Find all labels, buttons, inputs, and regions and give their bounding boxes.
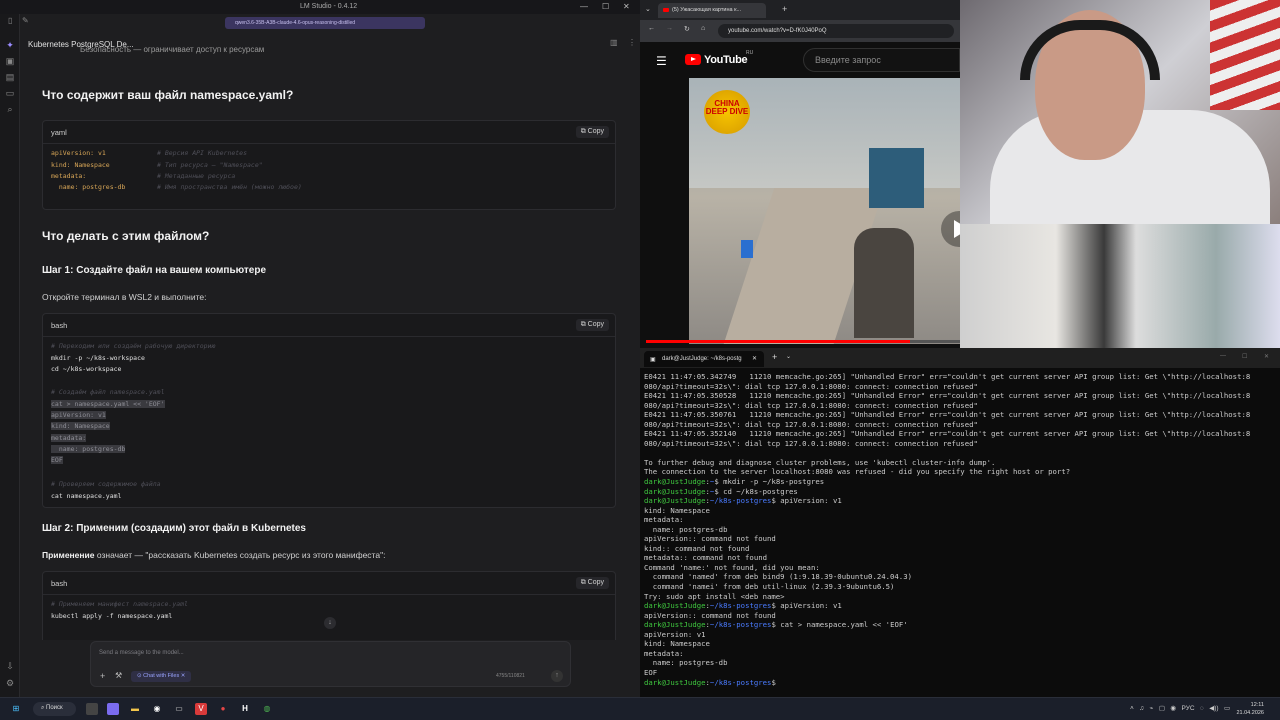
- close-tab-icon[interactable]: ✕: [752, 355, 757, 362]
- app-h-icon[interactable]: H: [239, 703, 251, 715]
- copy-button[interactable]: ⧉ Copy: [575, 577, 609, 589]
- code-block-yaml: yaml ⧉ Copy apiVersion: v1 # Версия API …: [42, 120, 616, 210]
- menu-icon[interactable]: ☰: [656, 54, 667, 68]
- play-icon[interactable]: [940, 210, 960, 248]
- download-icon[interactable]: ⇩: [5, 661, 15, 671]
- chat-icon[interactable]: ✦: [5, 40, 15, 50]
- send-button[interactable]: ↑: [551, 670, 563, 682]
- chat-messages: Безопасность — ограничивает доступ к рес…: [20, 40, 640, 640]
- youtube-header: ☰ YouTube RU Введите запрос: [640, 42, 960, 78]
- code-lang: yaml: [51, 128, 67, 137]
- heading-namespace: Что содержит ваш файл namespace.yaml?: [42, 88, 294, 102]
- heading-step2: Шаг 2: Применим (создадим) этот файл в K…: [42, 523, 306, 534]
- code-lang: bash: [51, 321, 68, 330]
- lm-studio-window: LM Studio - 0.4.12 — ☐ ✕ ✦ ▣ ▤ ▭ ⌕ ⇩ ⚙ ▯…: [0, 0, 640, 697]
- heading-what-to-do: Что делать с этим файлом?: [42, 229, 210, 243]
- terminal-tab[interactable]: ▣ dark@JustJudge: ~/k8s-postg ✕: [644, 351, 764, 367]
- new-tab-icon[interactable]: +: [772, 352, 777, 362]
- step2-text: Применение означает — "рассказать Kubern…: [42, 550, 386, 560]
- lm-title-bar: LM Studio - 0.4.12 — ☐ ✕: [0, 0, 640, 14]
- terminal-icon: ▣: [650, 357, 656, 363]
- browser-nav-bar: ← → ↻ ⌂ youtube.com/watch?v=D-fK0J40PoQ: [640, 20, 960, 42]
- copy-button[interactable]: ⧉ Copy: [575, 319, 609, 331]
- scroll-down-button[interactable]: ↓: [324, 617, 336, 629]
- close-icon[interactable]: ✕: [623, 2, 630, 11]
- models-icon[interactable]: ▤: [5, 72, 15, 82]
- truncated-line: Безопасность — ограничивает доступ к рес…: [80, 45, 265, 54]
- channel-badge: CHINA DEEP DIVE: [704, 90, 750, 134]
- video-background-scene: [960, 224, 1280, 348]
- new-chat-icon[interactable]: ✎: [22, 16, 29, 25]
- start-icon[interactable]: ⊞: [10, 703, 22, 715]
- new-tab-icon[interactable]: +: [782, 4, 787, 14]
- file-explorer-icon[interactable]: ▬: [129, 703, 141, 715]
- youtube-brand[interactable]: YouTube: [704, 54, 748, 66]
- window-title: LM Studio - 0.4.12: [300, 3, 358, 10]
- message-composer[interactable]: Send a message to the model... + ⚒ ⊙ Cha…: [90, 641, 571, 687]
- minimize-icon[interactable]: —: [580, 2, 588, 11]
- forward-icon[interactable]: →: [666, 25, 673, 32]
- close-icon[interactable]: ✕: [1264, 353, 1269, 360]
- terminal-taskbar-icon[interactable]: ▭: [173, 703, 185, 715]
- lm-sidebar-rail: ✦ ▣ ▤ ▭ ⌕ ⇩ ⚙: [0, 14, 20, 697]
- copy-button[interactable]: ⧉ Copy: [575, 126, 609, 138]
- browser-window: ⌄ (5) Ужасающая картина к... + ← → ↻ ⌂ y…: [640, 0, 960, 348]
- youtube-logo-icon[interactable]: [685, 54, 701, 65]
- maximize-icon[interactable]: ☐: [1242, 353, 1247, 360]
- system-tray[interactable]: ˄ ♫ ⌁ ▢ ◉ РУС ◌ ◀)) ▭: [1130, 704, 1230, 712]
- attach-icon[interactable]: +: [100, 671, 105, 681]
- message-input[interactable]: Send a message to the model...: [99, 650, 184, 656]
- media-player-icon[interactable]: ◉: [151, 703, 163, 715]
- reload-icon[interactable]: ↻: [684, 25, 690, 33]
- code-block-bash-1: bash ⧉ Copy # Переходим или создаём рабо…: [42, 313, 616, 508]
- address-bar[interactable]: youtube.com/watch?v=D-fK0J40PoQ: [718, 24, 954, 38]
- terminal-tab-bar: ▣ dark@JustJudge: ~/k8s-postg ✕ + ⌄ — ☐ …: [640, 348, 1280, 368]
- clock[interactable]: 12:11 21.04.2026: [1236, 701, 1264, 717]
- home-icon[interactable]: ⌂: [701, 25, 705, 32]
- code-lang: bash: [51, 579, 68, 588]
- dropdown-icon[interactable]: ⌄: [786, 353, 791, 360]
- taskbar: ⊞ ⌕ Поиск ▬ ◉ ▭ V ● H ◍ ˄ ♫ ⌁ ▢ ◉ РУС ◌ …: [0, 697, 1280, 720]
- browser-tab-strip: ⌄ (5) Ужасающая картина к... +: [640, 0, 960, 20]
- model-selector[interactable]: qwen3.6-35B-A3B-claude-4.6-opus-reasonin…: [225, 17, 425, 29]
- youtube-search-input[interactable]: Введите запрос: [803, 48, 960, 72]
- token-count: 4755/110821: [496, 673, 525, 679]
- code-block-bash-2: bash ⧉ Copy # Применяем манифест namespa…: [42, 571, 616, 640]
- terminal-window: ▣ dark@JustJudge: ~/k8s-postg ✕ + ⌄ — ☐ …: [640, 348, 1280, 697]
- taskbar-search[interactable]: ⌕ Поиск: [33, 702, 76, 716]
- terminal-output[interactable]: E0421 11:47:05.342749 11210 memcache.go:…: [644, 372, 1276, 687]
- browser-tab[interactable]: (5) Ужасающая картина к...: [658, 3, 766, 18]
- heading-step1: Шаг 1: Создайте файл на вашем компьютере: [42, 265, 267, 276]
- step1-text: Откройте терминал в WSL2 и выполните:: [42, 292, 207, 302]
- recorder-icon[interactable]: ●: [217, 703, 229, 715]
- video-progress-bar[interactable]: [646, 340, 960, 343]
- settings-icon[interactable]: ⚙: [5, 678, 15, 688]
- vivaldi-icon[interactable]: V: [195, 703, 207, 715]
- region-label: RU: [746, 50, 754, 56]
- task-view-icon[interactable]: [86, 703, 98, 715]
- tab-list-icon[interactable]: ⌄: [645, 5, 651, 13]
- chrome-icon[interactable]: ◍: [261, 703, 273, 715]
- folder-icon[interactable]: ▭: [5, 88, 15, 98]
- search-icon[interactable]: ⌕: [5, 104, 15, 114]
- back-icon[interactable]: ←: [648, 25, 655, 32]
- lm-studio-taskbar-icon[interactable]: [107, 703, 119, 715]
- tools-icon[interactable]: ⚒: [115, 671, 122, 680]
- maximize-icon[interactable]: ☐: [602, 2, 609, 11]
- minimize-icon[interactable]: —: [1220, 353, 1226, 359]
- sidebar-toggle-icon[interactable]: ▯: [8, 16, 12, 25]
- webcam-feed: [960, 0, 1280, 224]
- chat-with-files-chip[interactable]: ⊙ Chat with Files ✕: [131, 671, 192, 682]
- video-progress-fill: [646, 340, 910, 343]
- developer-icon[interactable]: ▣: [5, 56, 15, 66]
